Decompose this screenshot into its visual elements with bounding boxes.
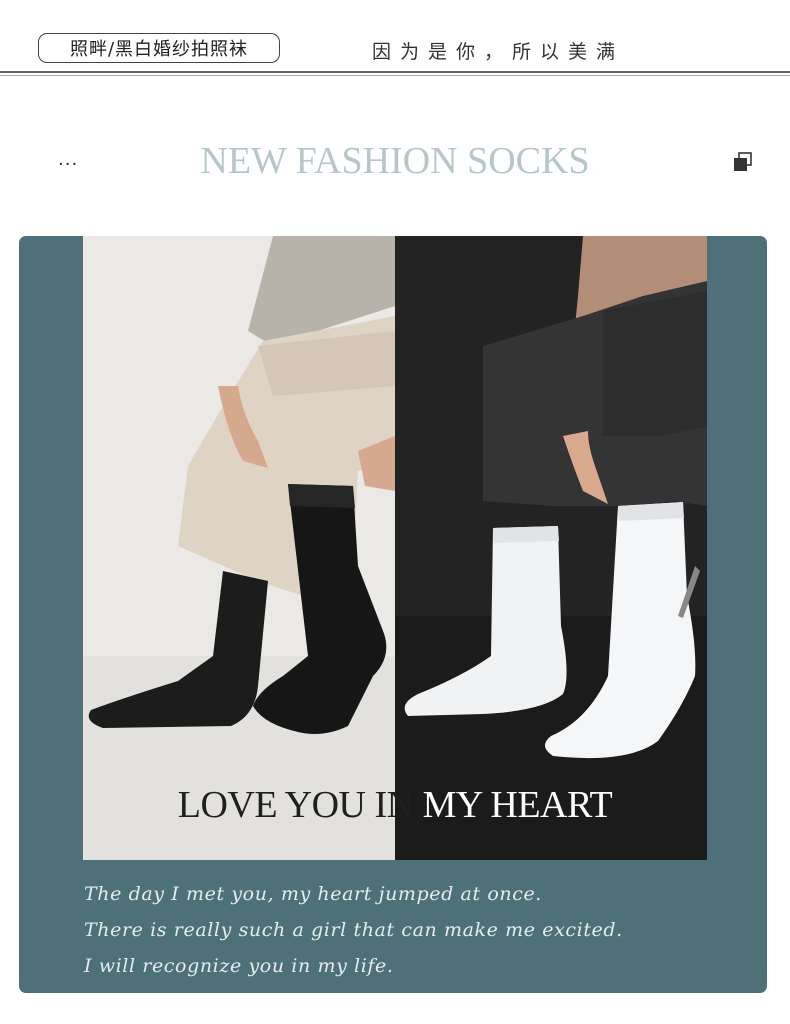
caption-line: There is really such a girl that can mak… (84, 919, 623, 941)
headline-left-text: LOVE YOU IN (177, 784, 423, 826)
photo-headline: LOVE YOU IN MY HEART (83, 783, 707, 827)
headline-right-text: MY HEART (422, 784, 613, 826)
product-photo (83, 236, 707, 860)
section-title: NEW FASHION SOCKS (200, 140, 590, 182)
copy-icon[interactable] (732, 151, 754, 173)
caption-block: The day I met you, my heart jumped at on… (84, 878, 623, 986)
black-sock-photo (83, 236, 395, 860)
header-divider (0, 71, 790, 73)
caption-line: The day I met you, my heart jumped at on… (84, 883, 542, 905)
caption-line: I will recognize you in my life. (84, 955, 394, 977)
header-slogan: 因为是你，所以美满 (372, 41, 625, 63)
header-divider-thin (0, 74, 790, 76)
white-sock-photo (395, 236, 707, 860)
product-badge: 照畔/黑白婚纱拍照袜 (38, 33, 280, 63)
